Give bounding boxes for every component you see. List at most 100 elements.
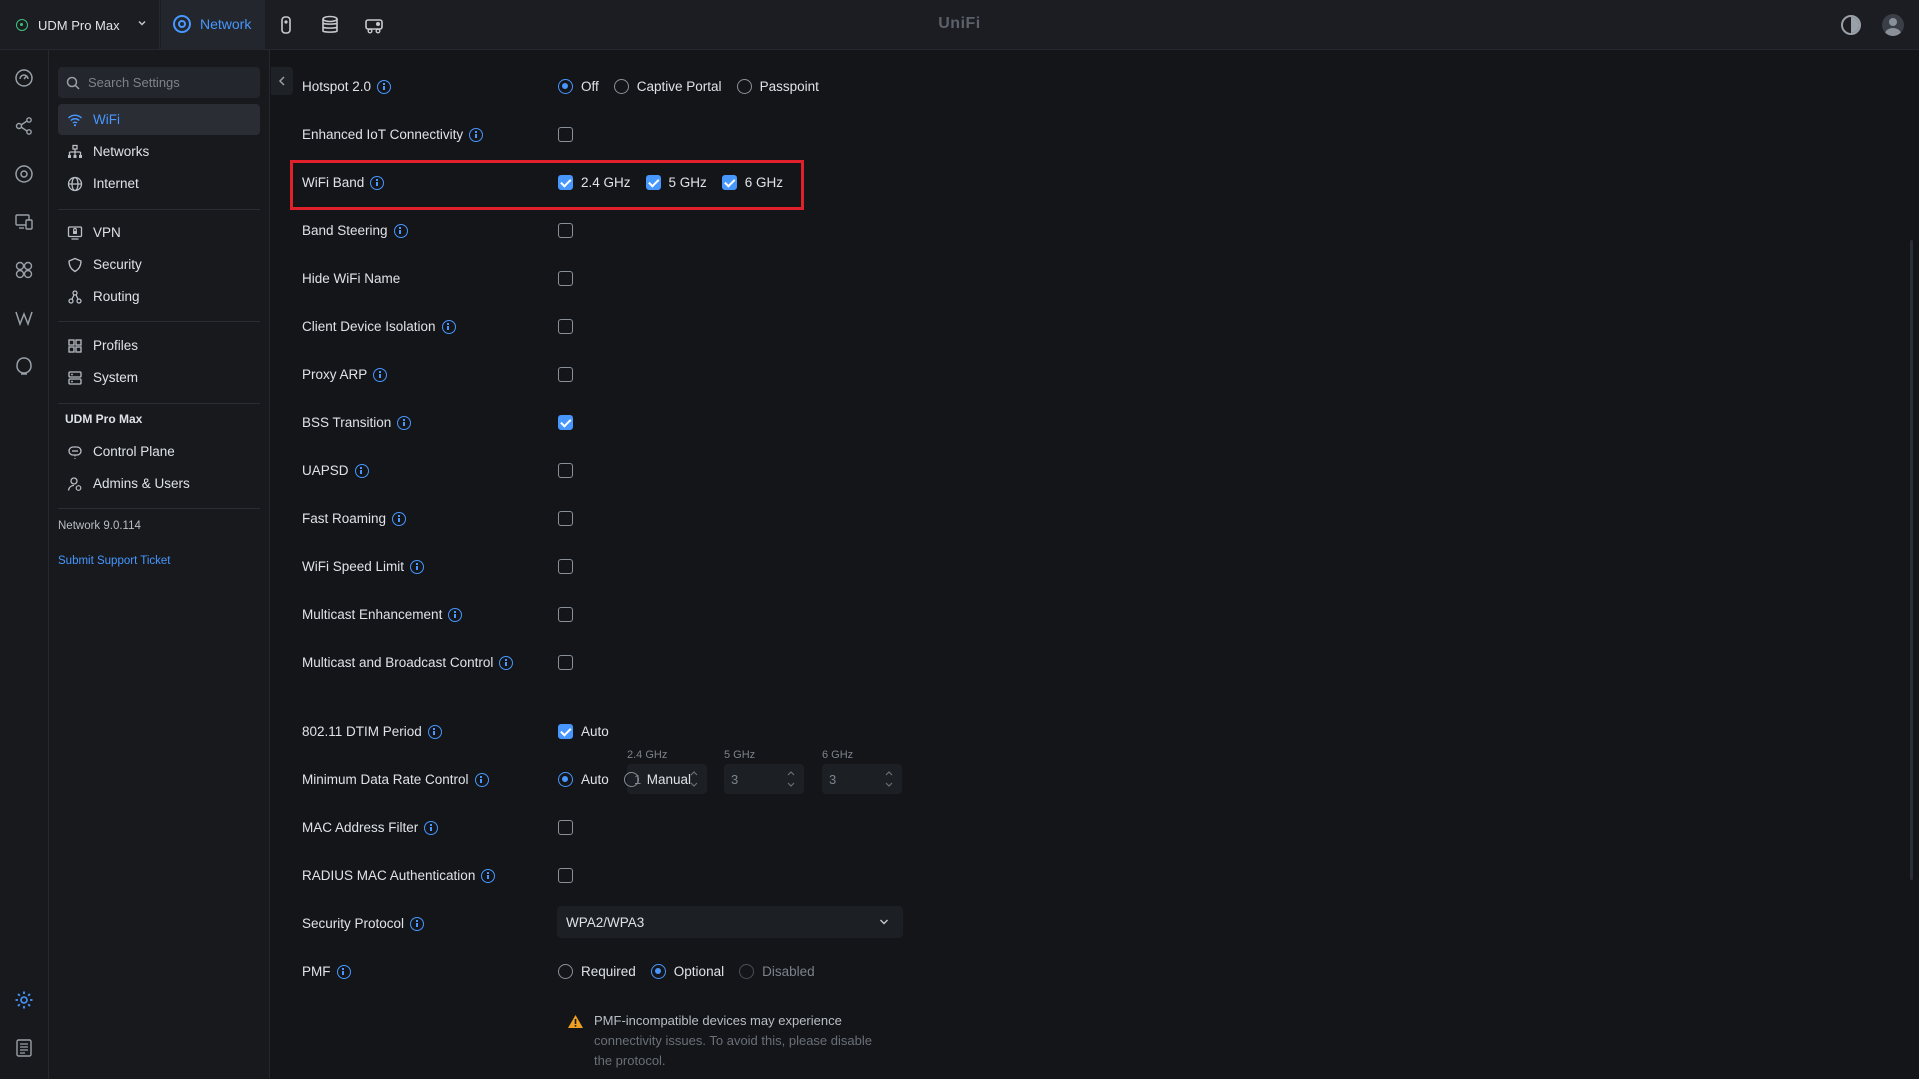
search-input[interactable]: [88, 75, 258, 90]
info-icon[interactable]: [474, 772, 489, 787]
bss-transition-checkbox[interactable]: [558, 415, 573, 430]
info-icon[interactable]: [481, 868, 496, 883]
hide-wifi-name-checkbox[interactable]: [558, 271, 573, 286]
nav-item-internet[interactable]: Internet: [58, 168, 260, 199]
system-icon: [68, 370, 82, 385]
band-steering-checkbox[interactable]: [558, 223, 573, 238]
min-data-rate-radio-auto[interactable]: Auto: [558, 772, 609, 787]
routing-icon: [68, 289, 82, 304]
multicast-enhancement-label: Multicast Enhancement: [302, 607, 443, 622]
pmf-radio-disabled[interactable]: Disabled: [739, 964, 815, 979]
nav-divider: [58, 209, 260, 210]
pmf-warning-line3: the protocol.: [594, 1053, 666, 1068]
app-tab-network[interactable]: Network: [161, 0, 265, 50]
nav-item-profiles[interactable]: Profiles: [58, 330, 260, 361]
security-protocol-select[interactable]: WPA2/WPA3: [557, 906, 903, 938]
row-uapsd: UAPSD: [271, 455, 1171, 487]
hotspot-radio-captive-portal[interactable]: Captive Portal: [613, 79, 722, 94]
logs-icon[interactable]: [14, 1038, 34, 1058]
nav-divider: [58, 321, 260, 322]
uapsd-label: UAPSD: [302, 463, 349, 478]
wifi-icon: [67, 113, 83, 126]
info-icon[interactable]: [392, 511, 407, 526]
info-icon[interactable]: [410, 916, 425, 931]
info-icon[interactable]: [397, 415, 412, 430]
wifi-band-label: WiFi Band: [302, 175, 365, 190]
nav-item-routing[interactable]: Routing: [58, 281, 260, 312]
storage-app-icon[interactable]: [319, 14, 341, 36]
nav-item-control-plane[interactable]: Control Plane: [58, 436, 260, 467]
alarm-icon[interactable]: [14, 356, 34, 376]
drive-app-icon[interactable]: [363, 14, 385, 36]
traffic-icon[interactable]: [14, 308, 34, 328]
mac-filter-checkbox[interactable]: [558, 820, 573, 835]
row-mac-filter: MAC Address Filter: [271, 812, 1171, 844]
proxy-arp-checkbox[interactable]: [558, 367, 573, 382]
min-data-rate-label: Minimum Data Rate Control: [302, 772, 469, 787]
vpn-icon: [67, 225, 83, 240]
info-icon[interactable]: [373, 367, 388, 382]
info-icon[interactable]: [427, 724, 442, 739]
info-icon[interactable]: [393, 223, 408, 238]
info-icon[interactable]: [370, 175, 385, 190]
radius-mac-checkbox[interactable]: [558, 868, 573, 883]
row-min-data-rate: Minimum Data Rate Control Auto Manual: [271, 764, 1171, 796]
info-icon[interactable]: [469, 127, 484, 142]
multicast-enhancement-checkbox[interactable]: [558, 607, 573, 622]
row-radius-mac: RADIUS MAC Authentication: [271, 860, 1171, 892]
row-band-steering: Band Steering: [271, 215, 1171, 247]
nav-item-networks[interactable]: Networks: [58, 136, 260, 167]
avatar[interactable]: [1882, 14, 1904, 36]
nav-item-system[interactable]: System: [58, 362, 260, 393]
min-data-rate-radio-manual[interactable]: Manual: [623, 772, 691, 787]
speed-limit-checkbox[interactable]: [558, 559, 573, 574]
pmf-radio-optional[interactable]: Optional: [650, 964, 724, 979]
nav-item-vpn[interactable]: VPN: [58, 217, 260, 248]
info-icon[interactable]: [424, 820, 439, 835]
info-icon[interactable]: [499, 655, 514, 670]
chevron-down-icon: [138, 21, 146, 26]
pmf-warning: PMF-incompatible devices may experience …: [567, 1011, 887, 1071]
wifi-band-checkbox-2-4ghz[interactable]: 2.4 GHz: [558, 175, 631, 190]
search-box: [58, 67, 260, 98]
client-isolation-checkbox[interactable]: [558, 319, 573, 334]
clients-icon[interactable]: [14, 212, 34, 232]
version-text: Network 9.0.114: [58, 520, 141, 532]
hotspot-radio-passpoint[interactable]: Passpoint: [736, 79, 819, 94]
topology-icon[interactable]: [14, 116, 34, 136]
nav-item-wifi[interactable]: WiFi: [58, 104, 260, 135]
chevron-down-icon: [880, 919, 888, 925]
uapsd-checkbox[interactable]: [558, 463, 573, 478]
info-icon[interactable]: [336, 964, 351, 979]
dtim-band-label: 5 GHz: [724, 749, 756, 761]
multicast-broadcast-label: Multicast and Broadcast Control: [302, 655, 494, 670]
insights-icon[interactable]: [14, 260, 34, 280]
multicast-broadcast-checkbox[interactable]: [558, 655, 573, 670]
info-icon[interactable]: [441, 319, 456, 334]
theme-toggle-icon[interactable]: [1841, 15, 1861, 35]
pmf-radio-required[interactable]: Required: [558, 964, 636, 979]
enhanced-iot-checkbox[interactable]: [558, 127, 573, 142]
settings-gear-icon[interactable]: [14, 990, 34, 1010]
site-name: UDM Pro Max: [38, 17, 120, 33]
content-scrollbar[interactable]: [1910, 240, 1913, 880]
info-icon[interactable]: [354, 463, 369, 478]
row-wifi-band: WiFi Band 2.4 GHz 5 GHz 6 GHz: [271, 167, 1171, 199]
site-switcher[interactable]: UDM Pro Max: [0, 0, 160, 50]
info-icon[interactable]: [410, 559, 425, 574]
info-icon[interactable]: [448, 607, 463, 622]
dtim-auto-checkbox[interactable]: Auto: [558, 724, 609, 739]
wifi-band-checkbox-5ghz[interactable]: 5 GHz: [645, 175, 707, 190]
wifi-band-checkbox-6ghz[interactable]: 6 GHz: [721, 175, 783, 190]
dashboard-icon[interactable]: [14, 68, 34, 88]
devices-icon[interactable]: [14, 164, 34, 184]
security-protocol-label: Security Protocol: [302, 916, 405, 931]
nav-item-admins-users[interactable]: Admins & Users: [58, 468, 260, 499]
fast-roaming-checkbox[interactable]: [558, 511, 573, 526]
row-bss-transition: BSS Transition: [271, 407, 1171, 439]
info-icon[interactable]: [377, 79, 392, 94]
protect-app-icon[interactable]: [275, 14, 297, 36]
nav-item-security[interactable]: Security: [58, 249, 260, 280]
hotspot-radio-off[interactable]: Off: [558, 79, 599, 94]
support-ticket-link[interactable]: Submit Support Ticket: [58, 555, 171, 567]
